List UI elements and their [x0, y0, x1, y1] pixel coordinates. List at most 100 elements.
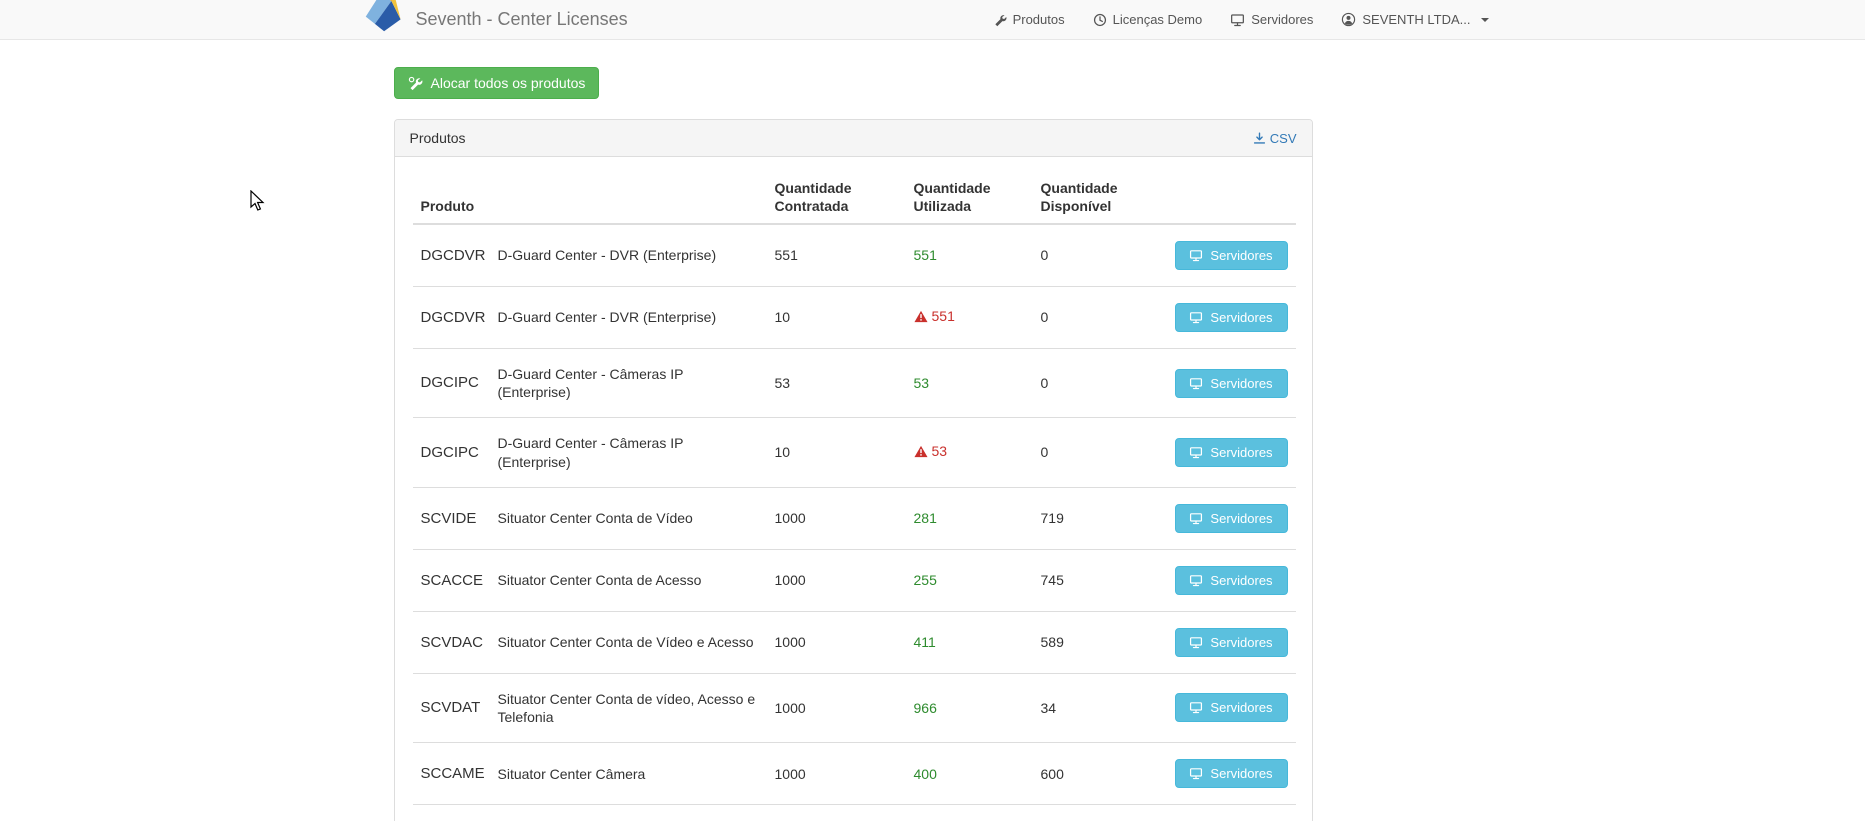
nav-label: Servidores: [1251, 12, 1314, 27]
servers-button[interactable]: Servidores: [1174, 565, 1288, 595]
actions-cell: Servidores: [1166, 347, 1296, 418]
qty-contracted: 551: [774, 247, 798, 264]
monitor-icon: [1189, 377, 1203, 390]
csv-download-link[interactable]: CSV: [1253, 131, 1297, 146]
qty-used: 551: [905, 286, 1033, 349]
servers-button-label: Servidores: [1210, 700, 1273, 716]
products-panel: Produtos CSV Produto Quantidade Contrata…: [393, 119, 1313, 821]
qty-contracted: 1000: [766, 610, 906, 674]
servers-button-label: Servidores: [1210, 510, 1273, 526]
product-code: DGCIPC: [412, 347, 490, 418]
warning-icon: [913, 309, 928, 327]
qty-contracted: 53: [766, 347, 906, 418]
header-actions: [1166, 172, 1296, 225]
servers-button-label: Servidores: [1210, 445, 1273, 461]
servers-button[interactable]: Servidores: [1174, 438, 1288, 468]
nav-item-produtos[interactable]: Produtos: [979, 0, 1079, 39]
qty-contracted: 10: [766, 286, 906, 349]
navbar-menu: Produtos Licenças Demo Servidores SEVENT…: [979, 0, 1503, 39]
header-utilizada: Quantidade Utilizada: [905, 172, 1033, 225]
allocate-all-button[interactable]: Alocar todos os produtos: [393, 67, 600, 99]
monitor-icon: [1189, 636, 1203, 649]
header-produto: Produto: [412, 172, 490, 225]
navbar-inner: Seventh - Center Licenses Produtos Licen…: [348, 0, 1518, 39]
qty-contracted: 1000: [766, 804, 906, 821]
product-code: DGCDVR: [412, 286, 490, 349]
servers-button[interactable]: Servidores: [1174, 693, 1288, 723]
header-produto-desc: [489, 172, 767, 225]
product-name: D-Guard Center - DVR (Enterprise): [497, 247, 717, 264]
nav-label: Produtos: [1012, 12, 1065, 27]
product-code: SCVDAT: [412, 672, 490, 743]
qty-used: 255: [905, 548, 1033, 612]
product-row: DGCDVR D-Guard Center - DVR (Enterprise)…: [412, 286, 1296, 349]
actions-cell: Servidores: [1166, 548, 1296, 612]
main-content: Alocar todos os produtos Produtos CSV Pr…: [393, 40, 1313, 821]
servers-button-label: Servidores: [1210, 572, 1273, 588]
product-row: SCCAME Situator Center Câmera 1000 400 6…: [412, 742, 1296, 805]
qty-available: 0: [1032, 417, 1167, 488]
servers-button-label: Servidores: [1210, 634, 1273, 650]
product-row: SCVDAC Situator Center Conta de Vídeo e …: [412, 610, 1296, 674]
monitor-icon: [1189, 311, 1203, 324]
qty-available: 0: [1032, 347, 1167, 418]
qty-used: 411: [905, 610, 1033, 674]
product-row: SCVDAT Situator Center Conta de vídeo, A…: [412, 672, 1296, 743]
qty-used: 551: [913, 247, 937, 264]
monitor-icon: [1189, 574, 1203, 587]
servers-button[interactable]: Servidores: [1174, 627, 1288, 657]
product-row: DGCDVR D-Guard Center - DVR (Enterprise)…: [413, 224, 1296, 287]
qty-available: 600: [1032, 804, 1167, 821]
product-name: Situator Center Input/Output: [489, 804, 767, 821]
clock-icon: [1093, 13, 1107, 27]
nav-item-servidores[interactable]: Servidores: [1216, 0, 1327, 39]
qty-used: 966: [905, 672, 1033, 743]
servers-button-label: Servidores: [1210, 248, 1273, 263]
page: Seventh - Center Licenses Produtos Licen…: [0, 0, 1865, 821]
actions-cell: Servidores: [1166, 804, 1296, 821]
servers-button[interactable]: Servidores: [1174, 503, 1288, 533]
qty-available: 600: [1032, 742, 1167, 805]
product-name: Situator Center Conta de Acesso: [489, 548, 767, 612]
actions-cell: Servidores: [1166, 417, 1296, 488]
top-navbar: Seventh - Center Licenses Produtos Licen…: [0, 0, 1865, 40]
qty-available: 34: [1032, 672, 1167, 743]
product-code: SCVIDE: [412, 486, 490, 550]
qty-used: 53: [905, 417, 1033, 488]
product-row: DGCIPC D-Guard Center - Câmeras IP (Ente…: [412, 347, 1296, 418]
actions-cell: Servidores: [1166, 672, 1296, 743]
nav-item-licencas-demo[interactable]: Licenças Demo: [1079, 0, 1217, 39]
product-code: DGCIPC: [412, 417, 490, 488]
desktop-icon: [1230, 13, 1245, 27]
qty-contracted: 1000: [766, 548, 906, 612]
product-name: Situator Center Câmera: [489, 742, 767, 805]
header-contratada: Quantidade Contratada: [766, 172, 906, 225]
product-code: SCINOU: [412, 804, 490, 821]
servers-button[interactable]: Servidores: [1174, 759, 1288, 789]
caret-down-icon: [1480, 17, 1489, 22]
product-name: D-Guard Center - Câmeras IP (Enterprise): [489, 347, 767, 418]
actions-cell: Servidores: [1166, 486, 1296, 550]
qty-contracted: 1000: [766, 742, 906, 805]
servers-button[interactable]: Servidores: [1174, 368, 1288, 398]
servers-button-label: Servidores: [1210, 766, 1273, 782]
actions-cell: Servidores: [1166, 742, 1296, 805]
products-table: Produto Quantidade Contratada Quantidade…: [412, 172, 1296, 821]
panel-body: Produto Quantidade Contratada Quantidade…: [395, 157, 1312, 821]
actions-cell: Servidores: [1167, 224, 1296, 287]
tools-icon: [408, 76, 423, 91]
navbar-brand[interactable]: Seventh - Center Licenses: [363, 0, 628, 39]
product-code: SCACCE: [412, 548, 490, 612]
actions-cell: Servidores: [1166, 610, 1296, 674]
panel-title: Produtos: [409, 130, 466, 146]
actions-cell: Servidores: [1166, 286, 1296, 349]
servers-button[interactable]: Servidores: [1174, 241, 1288, 270]
warning-icon: [913, 444, 928, 462]
product-code: SCVDAC: [412, 610, 490, 674]
nav-item-account-dropdown[interactable]: SEVENTH LTDA...: [1327, 0, 1502, 39]
app-title: Seventh - Center Licenses: [415, 9, 628, 29]
servers-button[interactable]: Servidores: [1174, 303, 1288, 332]
product-row: DGCIPC D-Guard Center - Câmeras IP (Ente…: [412, 417, 1296, 488]
qty-used: 281: [905, 486, 1033, 550]
qty-used: 400: [905, 742, 1033, 805]
